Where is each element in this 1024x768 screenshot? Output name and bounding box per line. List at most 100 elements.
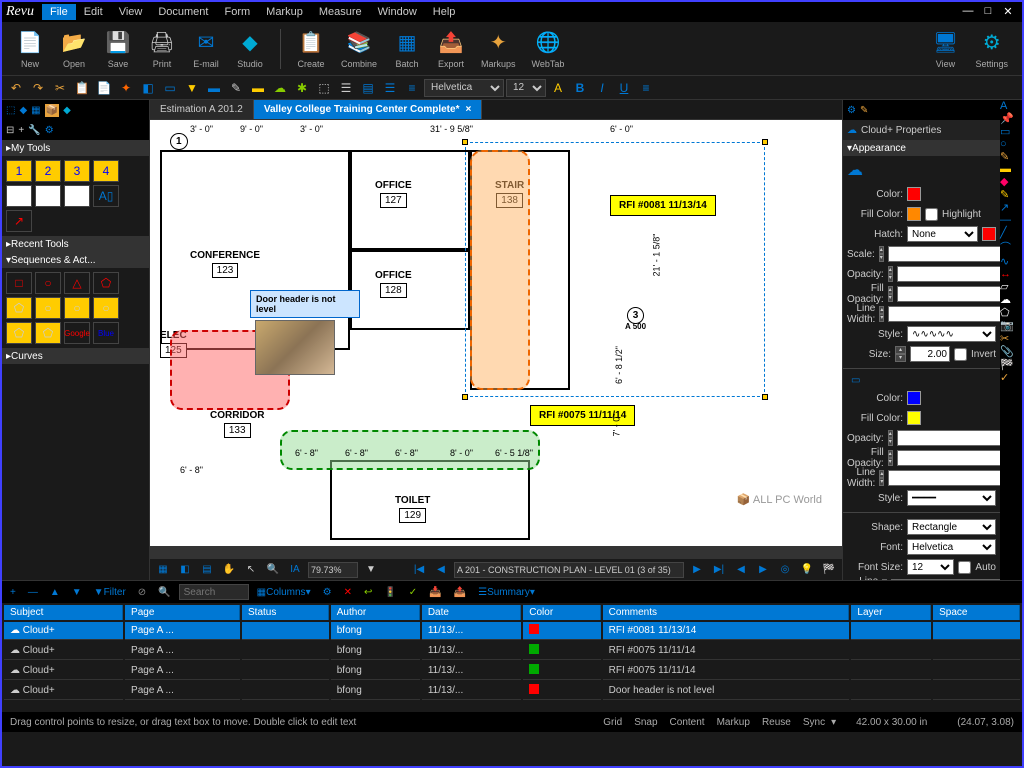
my-tools-header[interactable]: ▸ My Tools bbox=[2, 140, 149, 156]
scale-spinner[interactable]: ▴▾ bbox=[879, 246, 884, 262]
down-icon[interactable]: ▼ bbox=[68, 583, 86, 601]
vtab-icon[interactable]: 📌 bbox=[1000, 112, 1022, 125]
search-icon[interactable]: 🔍 bbox=[154, 583, 174, 601]
filter-button[interactable]: ▼ Filter bbox=[90, 583, 130, 601]
combine-button[interactable]: 📚Combine bbox=[335, 27, 383, 71]
color-swatch[interactable] bbox=[907, 187, 921, 201]
status-markup[interactable]: Markup bbox=[717, 717, 750, 728]
new-button[interactable]: 📄New bbox=[10, 27, 50, 71]
tab-icon[interactable]: ▦ bbox=[31, 105, 40, 116]
shape-select[interactable]: Rectangle bbox=[907, 519, 996, 535]
pencil-icon[interactable]: ✎ bbox=[860, 105, 868, 116]
font-size-select[interactable]: 12 bbox=[506, 79, 546, 97]
col-status[interactable]: Status bbox=[242, 605, 329, 620]
redo-icon[interactable]: ↷ bbox=[28, 78, 48, 98]
tool-icon[interactable]: ▼ bbox=[182, 78, 202, 98]
page-input[interactable] bbox=[454, 562, 684, 578]
col-subject[interactable]: Subject bbox=[4, 605, 123, 620]
close-button[interactable]: ✕ bbox=[1000, 5, 1016, 19]
reply-icon[interactable]: ↩ bbox=[360, 583, 376, 601]
check-icon[interactable]: ✓ bbox=[405, 583, 421, 601]
thumbnail-icon[interactable]: ▦ bbox=[154, 561, 172, 579]
gear-icon[interactable]: ⚙ bbox=[45, 125, 54, 136]
vtab-icon[interactable]: ✂ bbox=[1000, 332, 1022, 345]
vtab-icon[interactable]: ▱ bbox=[1000, 280, 1022, 293]
status-grid[interactable]: Grid bbox=[603, 717, 622, 728]
hatch-select[interactable]: None bbox=[907, 226, 978, 242]
fill-opacity2-input[interactable] bbox=[897, 450, 1000, 466]
style-select[interactable]: ∿∿∿∿∿ bbox=[907, 326, 996, 342]
fill-color-swatch[interactable] bbox=[907, 207, 921, 221]
col-layer[interactable]: Layer bbox=[851, 605, 931, 620]
vtab-icon[interactable]: ↔ bbox=[1000, 268, 1022, 280]
tab-icon[interactable]: ◆ bbox=[63, 105, 71, 116]
vtab-icon[interactable]: ◆ bbox=[1000, 175, 1022, 188]
line-space-input[interactable] bbox=[891, 579, 1000, 580]
vtab-icon[interactable]: ✓ bbox=[1000, 371, 1022, 384]
size-spinner[interactable]: ▴▾ bbox=[895, 346, 906, 362]
tool-item[interactable] bbox=[35, 185, 61, 207]
bulb-icon[interactable]: 💡 bbox=[798, 561, 816, 579]
zoom-icon[interactable]: 🔍 bbox=[264, 561, 282, 579]
color2-swatch[interactable] bbox=[907, 391, 921, 405]
fill-opacity-spinner[interactable]: ▴▾ bbox=[888, 286, 893, 302]
close-tab-icon[interactable]: × bbox=[465, 104, 471, 115]
table-row[interactable]: ☁ Cloud+Page A ...bfong11/13/...RFI #007… bbox=[4, 642, 1020, 660]
undo-icon[interactable]: ↶ bbox=[6, 78, 26, 98]
tool-item[interactable] bbox=[6, 185, 32, 207]
studio-button[interactable]: ◆Studio bbox=[230, 27, 270, 71]
tool-icon[interactable]: ⬚ bbox=[314, 78, 334, 98]
settings-button[interactable]: ⚙Settings bbox=[969, 27, 1014, 71]
forward-icon[interactable]: ▶ bbox=[754, 561, 772, 579]
invert-checkbox[interactable] bbox=[954, 348, 967, 361]
tool-item[interactable]: 3 bbox=[64, 160, 90, 182]
tool-item[interactable]: 1 bbox=[6, 160, 32, 182]
tool-icon[interactable]: ✱ bbox=[292, 78, 312, 98]
status-icon[interactable]: 🚦 bbox=[380, 583, 400, 601]
italic-icon[interactable]: I bbox=[592, 78, 612, 98]
highlight-checkbox[interactable] bbox=[925, 208, 938, 221]
note-callout[interactable]: Door header is not level bbox=[250, 290, 360, 318]
view-button[interactable]: 🖥View bbox=[925, 27, 965, 71]
vtab-icon[interactable]: A bbox=[1000, 100, 1022, 112]
shape-item[interactable]: ⬠ bbox=[6, 322, 32, 344]
highlight-icon[interactable]: ▬ bbox=[248, 78, 268, 98]
vtab-icon[interactable]: ⬠ bbox=[1000, 306, 1022, 319]
menu-form[interactable]: Form bbox=[216, 4, 258, 20]
columns-button[interactable]: ▦ Columns ▾ bbox=[253, 583, 315, 601]
opacity-input[interactable] bbox=[897, 266, 1000, 282]
menu-edit[interactable]: Edit bbox=[76, 4, 111, 20]
first-page-icon[interactable]: |◀ bbox=[410, 561, 428, 579]
delete-icon[interactable]: ✕ bbox=[340, 583, 356, 601]
select-icon[interactable]: ↖ bbox=[242, 561, 260, 579]
webtab-button[interactable]: 🌐WebTab bbox=[526, 27, 571, 71]
cut-icon[interactable]: ✂ bbox=[50, 78, 70, 98]
cloud-icon[interactable]: ☁ bbox=[270, 78, 290, 98]
status-snap[interactable]: Snap bbox=[634, 717, 657, 728]
clear-filter-icon[interactable]: ⊘ bbox=[134, 583, 150, 601]
next-page-icon[interactable]: ▶ bbox=[688, 561, 706, 579]
scale-input[interactable] bbox=[888, 246, 1000, 262]
photo-attachment[interactable] bbox=[255, 320, 335, 375]
appearance-header[interactable]: ▾ Appearance bbox=[843, 140, 1000, 156]
vtab-icon[interactable]: ▭ bbox=[1000, 125, 1022, 138]
tool-icon[interactable]: ≡ bbox=[402, 78, 422, 98]
tool-icon[interactable]: ▤ bbox=[358, 78, 378, 98]
copy-icon[interactable]: 📋 bbox=[72, 78, 92, 98]
opacity2-input[interactable] bbox=[897, 430, 1000, 446]
markups-button[interactable]: ✦Markups bbox=[475, 27, 522, 71]
col-page[interactable]: Page bbox=[125, 605, 240, 620]
print-button[interactable]: 🖨Print bbox=[142, 27, 182, 71]
align-icon[interactable]: ≡ bbox=[636, 78, 656, 98]
fill-opacity-input[interactable] bbox=[897, 286, 1000, 302]
col-author[interactable]: Author bbox=[331, 605, 420, 620]
doc-tab[interactable]: Estimation A 201.2 bbox=[150, 100, 254, 119]
tool-item[interactable] bbox=[64, 185, 90, 207]
vtab-icon[interactable]: 📎 bbox=[1000, 345, 1022, 358]
menu-measure[interactable]: Measure bbox=[311, 4, 370, 20]
tool-icon[interactable]: ✦ bbox=[116, 78, 136, 98]
text-icon[interactable]: IA bbox=[286, 561, 304, 579]
tool-icon[interactable]: ☰ bbox=[336, 78, 356, 98]
shape-item[interactable]: ○ bbox=[35, 272, 61, 294]
line-width-spinner[interactable]: ▴▾ bbox=[879, 306, 884, 322]
